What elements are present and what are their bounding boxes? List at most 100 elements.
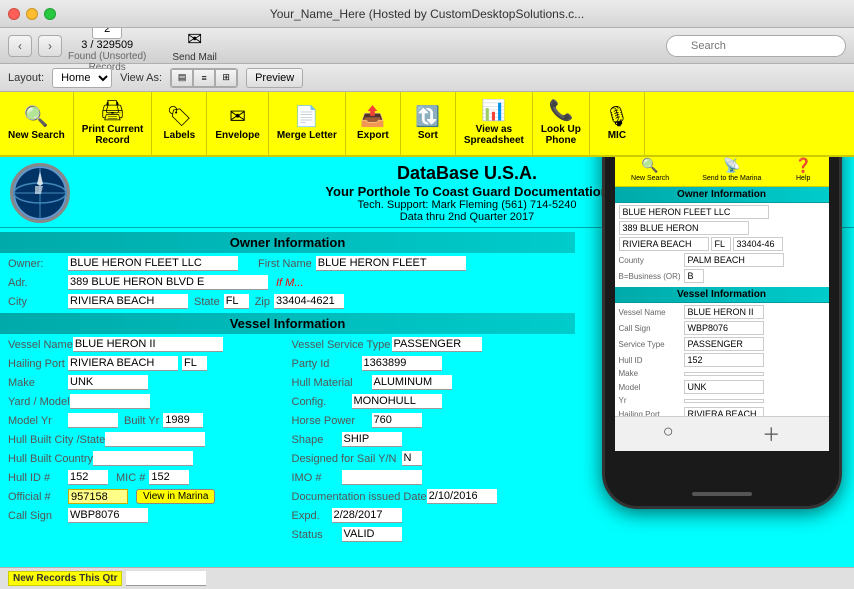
view-as-label: View As: <box>120 72 162 84</box>
phone-owner-form: BLUE HERON FLEET LLC 389 BLUE HERON RIVI… <box>615 203 829 287</box>
expd-row: Expd. 2/28/2017 <box>292 508 568 523</box>
status-row: Status VALID <box>292 527 568 542</box>
official-row: Official # 957158 View in Marina <box>8 489 284 504</box>
vessel-section-header: Vessel Information <box>0 313 575 334</box>
view-list-button[interactable]: ≡ <box>193 69 215 87</box>
preview-button[interactable]: Preview <box>246 68 303 88</box>
phone-owner-city: RIVIERA BEACH <box>619 237 709 251</box>
phone-vname-value: BLUE HERON II <box>684 305 764 319</box>
maximize-button[interactable] <box>44 8 56 20</box>
phone-help-button[interactable]: ❓ Help <box>794 157 811 182</box>
imo-row: IMO # <box>292 470 568 485</box>
close-button[interactable] <box>8 8 20 20</box>
phone-service-value: PASSENGER <box>684 337 764 351</box>
mic-icon: 🎙 <box>604 107 629 127</box>
mic-label: MIC <box>608 130 626 141</box>
adr-label: Adr. <box>8 277 68 289</box>
phone-plus-button[interactable]: ＋ <box>762 421 780 447</box>
phone-biz-row: B=Business (OR) B <box>619 269 825 283</box>
phone-callsign-row: Call Sign WBP8076 <box>619 321 825 335</box>
phone-hullid-label: Hull ID <box>619 356 684 365</box>
phone-home-circle[interactable]: ○ <box>663 421 674 447</box>
lookup-phone-button[interactable]: 📞 Look UpPhone <box>533 92 590 155</box>
found-sub-text: Found (Unsorted) <box>68 51 146 62</box>
envelope-button[interactable]: ✉ Envelope <box>207 92 268 155</box>
hull-city-value <box>105 432 205 447</box>
party-id-value: 1363899 <box>362 356 442 371</box>
first-name-label: First Name <box>258 258 312 270</box>
sort-icon: 🔃 <box>415 107 440 127</box>
phone-send-marina-label: Send to the Marina <box>702 175 761 182</box>
if-marker: If M... <box>276 277 304 289</box>
official-value: 957158 <box>68 489 128 504</box>
labels-button[interactable]: 🏷 Labels <box>152 92 207 155</box>
yard-row: Yard / Model <box>8 394 284 409</box>
owner-value: BLUE HERON FLEET LLC <box>68 256 238 271</box>
sort-label: Sort <box>418 130 438 141</box>
layout-select[interactable]: Home <box>52 68 112 88</box>
phone-power-button <box>839 157 842 162</box>
status-value: VALID <box>342 527 402 542</box>
phone-callsign-label: Call Sign <box>619 324 684 333</box>
phone-make-value <box>684 372 764 376</box>
phone-help-label: Help <box>796 175 810 182</box>
hull-material-row: Hull Material ALUMINUM <box>292 375 568 390</box>
print-record-button[interactable]: 🖨 Print CurrentRecord <box>74 92 153 155</box>
doc-date-row: Documentation issued Date 2/10/2016 <box>292 489 568 504</box>
mail-icon[interactable]: ✉ <box>187 29 202 50</box>
mic-button[interactable]: 🎙 MIC <box>590 92 645 155</box>
imo-label: IMO # <box>292 472 342 484</box>
imo-value <box>342 470 422 485</box>
phone-yr-label: Yr <box>619 396 684 405</box>
city-row: City RIVIERA BEACH State FL Zip 33404-46… <box>8 294 567 309</box>
phone-search-tool-icon: 🔍 <box>641 157 658 174</box>
window-title: Your_Name_Here (Hosted by CustomDesktopS… <box>270 7 584 21</box>
sort-button[interactable]: 🔃 Sort <box>401 92 456 155</box>
hull-id-row: Hull ID # 152 MIC # 152 <box>8 470 284 485</box>
hull-city-label: Hull Built City /State <box>8 434 105 446</box>
config-row: Config. MONOHULL <box>292 394 568 409</box>
spreadsheet-button[interactable]: 📊 View asSpreadsheet <box>456 92 533 155</box>
nav-back-button[interactable]: ‹ <box>8 35 32 57</box>
new-search-button[interactable]: 🔍 New Search <box>0 92 74 155</box>
phone-county-value: PALM BEACH <box>684 253 784 267</box>
search-input[interactable] <box>666 35 846 57</box>
vessel-left-col: Vessel Name BLUE HERON II Hailing Port R… <box>8 337 288 546</box>
mic-value: 152 <box>149 470 189 485</box>
call-sign-label: Call Sign <box>8 510 68 522</box>
phone-home-indicator[interactable] <box>692 492 752 496</box>
phone-county-label: County <box>619 256 684 265</box>
minimize-button[interactable] <box>26 8 38 20</box>
view-form-button[interactable]: ▤ <box>171 69 193 87</box>
merge-letter-button[interactable]: 📄 Merge Letter <box>269 92 346 155</box>
view-table-button[interactable]: ⊞ <box>215 69 237 87</box>
phone-new-search-button[interactable]: 🔍 New Search <box>631 157 669 182</box>
city-value: RIVIERA BEACH <box>68 294 188 309</box>
phone-owner-state: FL <box>711 237 731 251</box>
shape-value: SHIP <box>342 432 402 447</box>
phone-owner-adr-row: 389 BLUE HERON <box>619 221 825 235</box>
first-name-value: BLUE HERON FLEET <box>316 256 466 271</box>
send-mail-group: ✉ Send Mail <box>172 29 216 63</box>
model-yr-label: Model Yr <box>8 415 68 427</box>
labels-label: Labels <box>164 130 196 141</box>
nav-forward-button[interactable]: › <box>38 35 62 57</box>
lookup-phone-label: Look UpPhone <box>541 124 581 146</box>
phone-vname-label: Vessel Name <box>619 308 684 317</box>
make-label: Make <box>8 377 68 389</box>
phone-owner-city-row: RIVIERA BEACH FL 33404-46 <box>619 237 825 251</box>
built-yr-value: 1989 <box>163 413 203 428</box>
zip-label: Zip <box>255 296 270 308</box>
view-in-marina-button[interactable]: View in Marina <box>136 489 215 504</box>
phone-biz-label: B=Business (OR) <box>619 272 684 281</box>
title-bar: Your_Name_Here (Hosted by CustomDesktopS… <box>0 0 854 28</box>
yard-value <box>70 394 150 409</box>
export-button[interactable]: 📤 Export <box>346 92 401 155</box>
phone-send-marina-button[interactable]: 📡 Send to the Marina <box>702 157 761 182</box>
vessel-service-label: Vessel Service Type <box>292 339 392 351</box>
hull-country-value <box>93 451 193 466</box>
shape-row: Shape SHIP <box>292 432 568 447</box>
status-label: Status <box>292 529 342 541</box>
phone-new-search-label: New Search <box>631 175 669 182</box>
phone-yr-value <box>684 399 764 403</box>
